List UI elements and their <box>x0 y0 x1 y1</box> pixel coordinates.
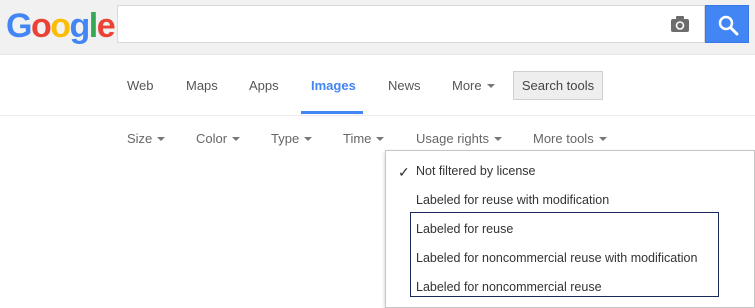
caret-down-icon <box>157 136 166 141</box>
filter-more-tools[interactable]: More tools <box>533 131 607 146</box>
caret-down-icon <box>598 136 607 141</box>
top-bar: Google <box>0 0 755 55</box>
logo-letter: G <box>6 7 32 45</box>
google-logo[interactable]: Google <box>6 6 116 46</box>
search-input[interactable] <box>124 10 668 40</box>
filter-time[interactable]: Time <box>343 131 385 146</box>
search-tools-button[interactable]: Search tools <box>513 71 603 100</box>
active-tab-indicator <box>301 111 363 114</box>
filter-type[interactable]: Type <box>271 131 313 146</box>
filter-usage-rights[interactable]: Usage rights <box>416 131 502 146</box>
menu-item-not-filtered[interactable]: Not filtered by license <box>416 164 536 178</box>
filter-color[interactable]: Color <box>196 131 241 146</box>
tab-news[interactable]: News <box>388 78 421 93</box>
tab-maps[interactable]: Maps <box>186 78 218 93</box>
search-tabs: Web Maps Apps Images News More Search to… <box>0 55 755 116</box>
logo-letter: g <box>69 7 91 45</box>
tab-more-label: More <box>452 78 482 93</box>
logo-letter: o <box>30 7 52 45</box>
filter-label: Time <box>343 131 372 146</box>
logo-letter: l <box>88 7 98 45</box>
menu-item-reuse[interactable]: Labeled for reuse <box>416 222 513 236</box>
tab-apps[interactable]: Apps <box>249 78 279 93</box>
filter-bar: Size Color Type Time Usage rights More t… <box>0 116 755 150</box>
caret-down-icon <box>376 136 385 141</box>
caret-down-icon <box>232 136 241 141</box>
filter-size[interactable]: Size <box>127 131 166 146</box>
caret-down-icon <box>486 83 495 88</box>
tab-web[interactable]: Web <box>127 78 154 93</box>
filter-label: More tools <box>533 131 594 146</box>
usage-rights-menu: ✓ Not filtered by license Labeled for re… <box>385 150 755 308</box>
menu-item-noncommercial-reuse[interactable]: Labeled for noncommercial reuse <box>416 280 602 294</box>
filter-label: Size <box>127 131 153 146</box>
menu-item-reuse-with-modification[interactable]: Labeled for reuse with modification <box>416 193 609 207</box>
checkmark-icon: ✓ <box>398 164 410 180</box>
caret-down-icon <box>304 136 313 141</box>
logo-letter: e <box>96 7 116 45</box>
camera-icon[interactable] <box>669 13 691 35</box>
filter-label: Usage rights <box>416 131 489 146</box>
search-box <box>117 5 705 43</box>
filter-label: Color <box>196 131 228 146</box>
logo-letter: o <box>50 7 71 45</box>
search-button[interactable] <box>705 5 749 43</box>
filter-label: Type <box>271 131 300 146</box>
tab-images[interactable]: Images <box>311 78 356 93</box>
menu-item-noncommercial-reuse-with-modification[interactable]: Labeled for noncommercial reuse with mod… <box>416 251 697 265</box>
search-icon <box>718 15 739 36</box>
caret-down-icon <box>493 136 502 141</box>
tab-more[interactable]: More <box>452 78 495 93</box>
